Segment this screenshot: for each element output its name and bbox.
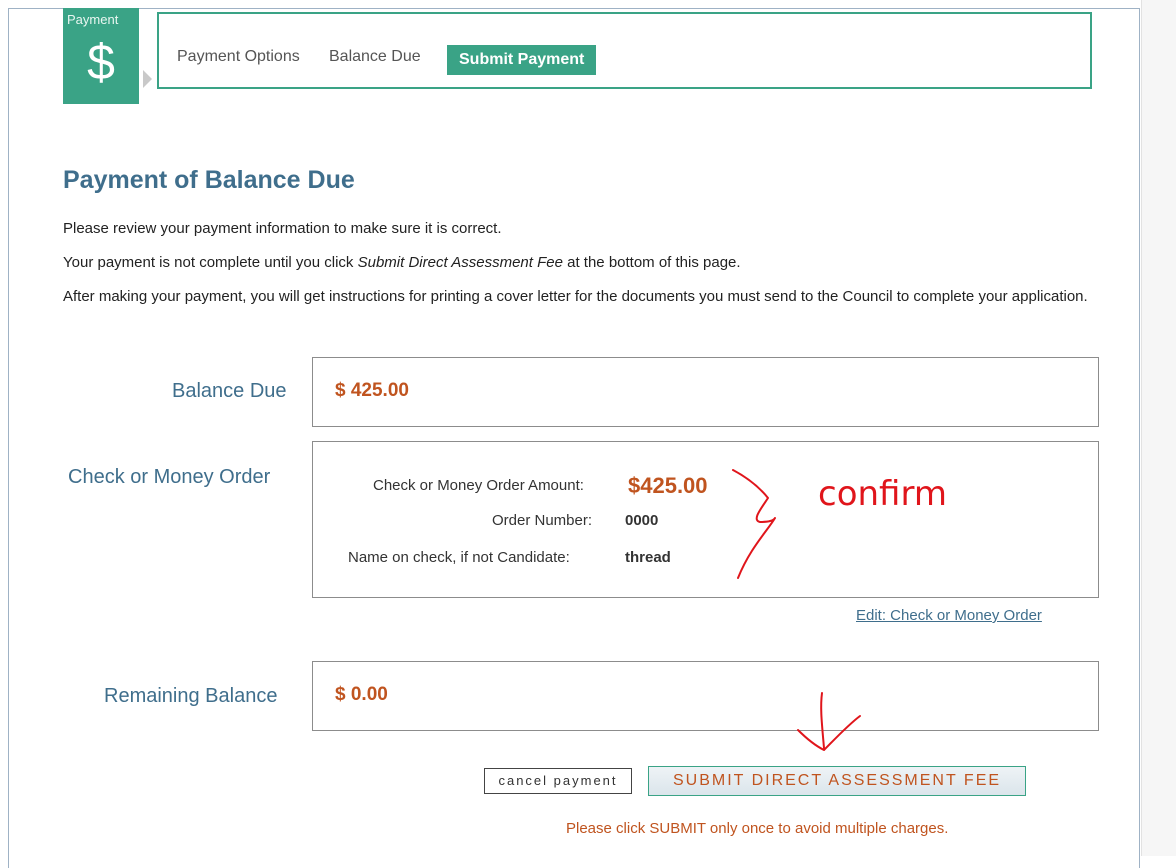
check-amount-value: $425.00: [628, 473, 708, 498]
intro-review: Please review your payment information t…: [63, 220, 502, 237]
page-title: Payment of Balance Due: [63, 166, 355, 194]
remaining-balance-label: Remaining Balance: [104, 685, 278, 707]
step-arrow-icon: [143, 70, 152, 88]
dollar-icon: $: [87, 34, 115, 90]
step-submit-payment: Submit Payment: [447, 45, 597, 75]
balance-due-box: $ 425.00: [312, 357, 1099, 427]
remaining-balance-box: $ 0.00: [312, 661, 1099, 731]
order-number-label: Order Number:: [492, 512, 593, 529]
balance-due-label: Balance Due: [172, 380, 287, 402]
check-name-label: Name on check, if not Candidate:: [348, 549, 570, 566]
intro-complete-suffix: at the bottom of this page.: [562, 254, 741, 271]
check-name-value: thread: [625, 549, 671, 566]
edit-check-money-order-link[interactable]: Edit: Check or Money Order: [856, 607, 1042, 624]
step-payment-options: Payment Options: [177, 48, 300, 65]
intro-complete-emphasis: Submit Direct Assessment Fee: [357, 254, 563, 271]
step-progress-bar: Payment Options Balance Due Submit Payme…: [157, 12, 1092, 89]
payment-badge: Payment $: [63, 8, 139, 104]
check-amount-label: Check or Money Order Amount:: [373, 477, 584, 494]
intro-complete-prefix: Your payment is not complete until you c…: [63, 254, 358, 271]
cancel-payment-button[interactable]: cancel payment: [484, 768, 632, 794]
payment-badge-label: Payment: [67, 12, 119, 27]
step-balance-due: Balance Due: [329, 48, 421, 65]
check-money-order-box: Check or Money Order Amount: $425.00 Ord…: [312, 441, 1099, 598]
balance-due-amount: $ 425.00: [335, 380, 409, 401]
order-number-value: 0000: [625, 512, 659, 529]
intro-instructions: After making your payment, you will get …: [63, 288, 1088, 305]
submit-once-warning: Please click SUBMIT only once to avoid m…: [566, 820, 949, 837]
check-money-order-label: Check or Money Order: [68, 466, 271, 488]
right-side-pane: [1141, 0, 1176, 856]
page-frame: [8, 8, 1140, 868]
intro-complete: Your payment is not complete until you c…: [63, 253, 741, 273]
submit-assessment-fee-button[interactable]: SUBMIT DIRECT ASSESSMENT FEE: [648, 766, 1026, 796]
remaining-balance-amount: $ 0.00: [335, 684, 388, 705]
